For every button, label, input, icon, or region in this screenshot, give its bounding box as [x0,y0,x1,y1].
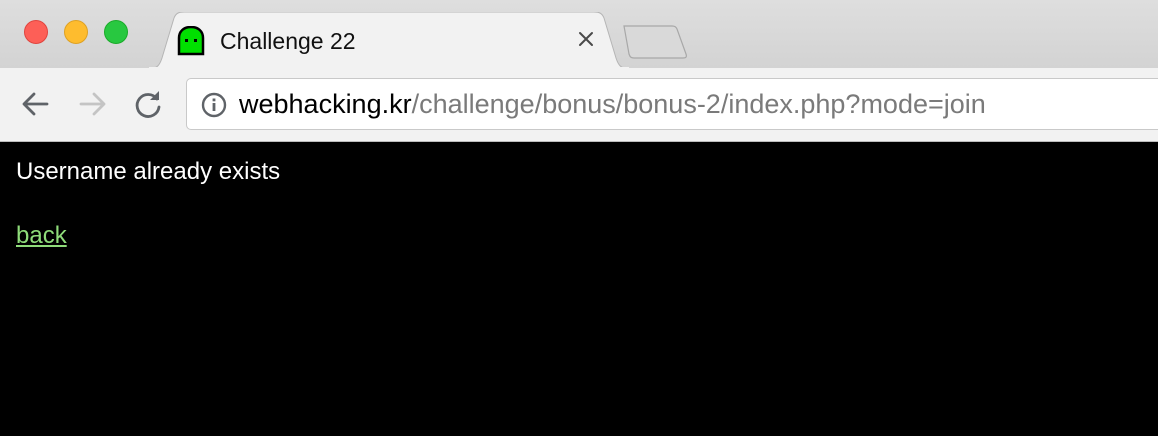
tab-challenge-22[interactable]: Challenge 22 [148,12,630,69]
status-message: Username already exists [16,158,281,185]
navigation-toolbar: webhacking.kr/challenge/bonus/bonus-2/in… [0,68,1158,142]
url-text: webhacking.kr/challenge/bonus/bonus-2/in… [239,89,986,120]
address-bar[interactable]: webhacking.kr/challenge/bonus/bonus-2/in… [186,78,1158,130]
close-icon[interactable] [576,29,596,49]
page-content: Username already exists back [0,142,1158,436]
back-arrow-icon[interactable] [20,88,52,120]
info-icon[interactable] [201,92,227,118]
tab-title: Challenge 22 [220,28,356,54]
url-host: webhacking.kr [239,89,412,119]
close-window-button[interactable] [24,20,48,44]
new-tab-button[interactable] [620,24,692,60]
green-ghost-icon [177,26,205,56]
browser-chrome: Challenge 22 webhacking.kr/challenge/bon… [0,0,1158,142]
minimize-window-button[interactable] [64,20,88,44]
forward-arrow-icon[interactable] [76,88,108,120]
maximize-window-button[interactable] [104,20,128,44]
back-link[interactable]: back [16,222,67,250]
reload-icon[interactable] [132,88,164,120]
title-bar: Challenge 22 [0,0,1158,69]
url-path: /challenge/bonus/bonus-2/index.php?mode=… [411,89,986,119]
